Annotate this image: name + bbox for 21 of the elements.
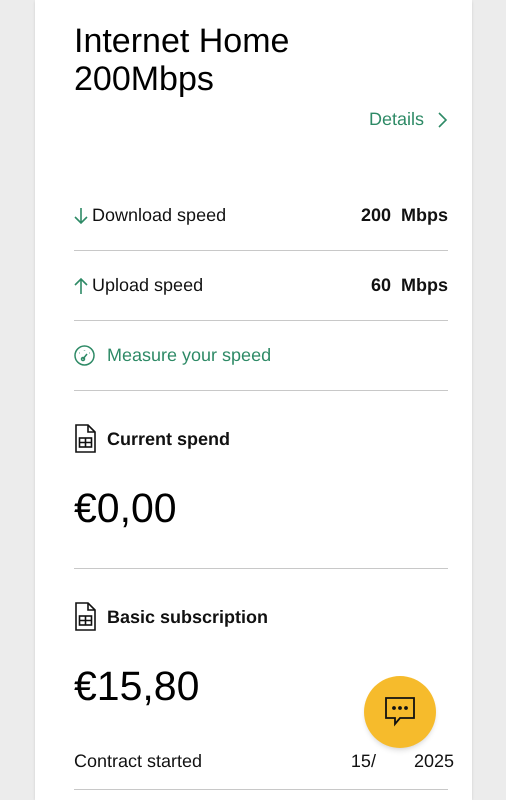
speedometer-icon [74, 345, 95, 366]
cost-label: Basic subscription [107, 606, 268, 629]
plan-title: Internet Home 200Mbps [74, 22, 290, 98]
up-arrow-icon [74, 276, 88, 294]
details-link[interactable]: Details [368, 106, 448, 133]
cost-label: Current spend [107, 428, 230, 451]
document-icon [74, 602, 97, 632]
cost-amount: €0,00 [74, 484, 177, 533]
contract-label: Contract started [74, 750, 202, 773]
document-icon [74, 424, 97, 454]
speed-label: Download speed [92, 204, 226, 227]
contract-date-end: 2025 [414, 750, 454, 773]
down-arrow-icon [74, 206, 88, 224]
speed-label: Upload speed [92, 274, 204, 297]
speed-value: 60 Mbps [370, 274, 448, 297]
chat-bubble-icon [383, 696, 417, 728]
chevron-right-icon [438, 112, 448, 128]
measure-speed-link[interactable]: Measure your speed [74, 342, 272, 369]
contract-date-start: 15/ [350, 750, 376, 773]
speed-value: 200 Mbps [360, 204, 448, 227]
cost-amount: €15,80 [74, 662, 200, 711]
